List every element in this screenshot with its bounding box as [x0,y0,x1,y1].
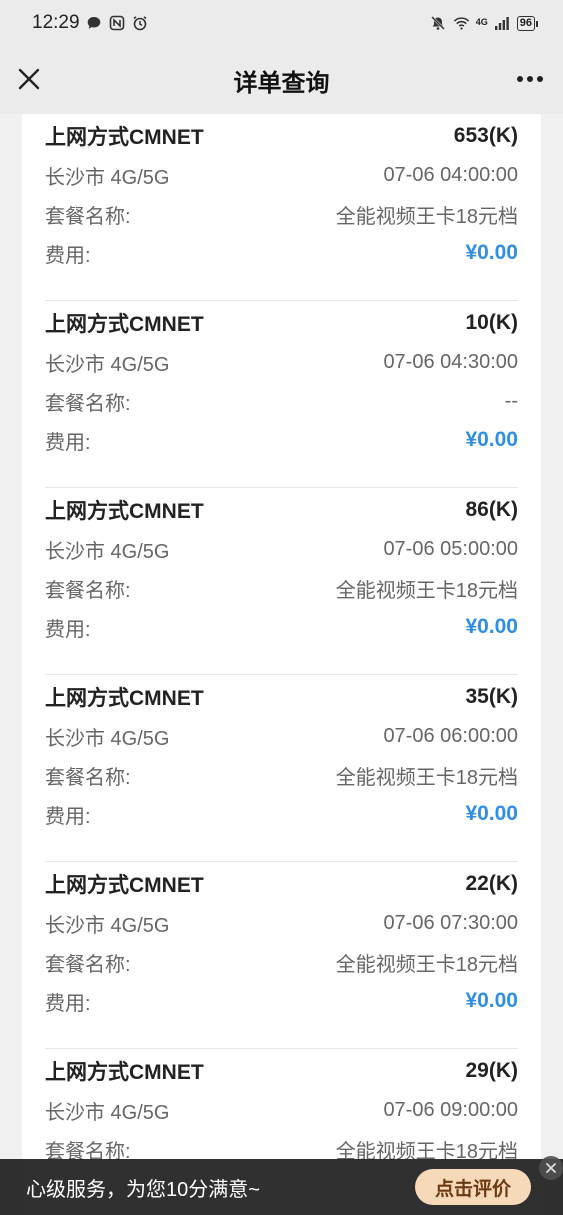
record-amount: 86(K) [465,498,518,521]
record-item[interactable]: 上网方式CMNET 86(K) 长沙市 4G/5G 07-06 05:00:00 套… [45,488,518,675]
alarm-icon [132,15,149,32]
records-card: 上网方式CMNET 653(K) 长沙市 4G/5G 07-06 04:00:00 … [22,114,541,1215]
record-time: 07-06 07:30:00 [383,911,518,934]
status-bar: 12:29 4G 96 [0,0,563,46]
fee-value: ¥0.00 [465,428,518,451]
plan-label: 套餐名称: [45,953,131,976]
banner-text: 心级服务，为您10分满意~ [26,1178,260,1201]
chat-bubble-icon [86,15,103,32]
record-item[interactable]: 上网方式CMNET 653(K) 长沙市 4G/5G 07-06 04:00:00 … [45,114,518,301]
record-type: 上网方式CMNET [45,687,204,710]
record-time: 07-06 04:00:00 [383,163,518,186]
plan-value: 全能视频王卡18元档 [335,953,518,976]
record-time: 07-06 09:00:00 [383,1098,518,1121]
rating-banner: 心级服务，为您10分满意~ 点击评价 [0,1159,563,1215]
signal-icon [494,15,511,32]
nfc-icon [109,15,126,32]
record-location: 长沙市 4G/5G [45,353,170,376]
record-location: 长沙市 4G/5G [45,727,170,750]
record-location: 长沙市 4G/5G [45,914,170,937]
record-location: 长沙市 4G/5G [45,540,170,563]
rate-button[interactable]: 点击评价 [415,1169,531,1205]
fee-label: 费用: [45,618,91,641]
plan-label: 套餐名称: [45,766,131,789]
fee-value: ¥0.00 [465,615,518,638]
nav-bar: 详单查询 [0,46,563,114]
fee-label: 费用: [45,805,91,828]
close-icon[interactable] [14,64,44,94]
record-amount: 22(K) [465,872,518,895]
status-left: 12:29 [32,12,149,34]
record-type: 上网方式CMNET [45,313,204,336]
record-time: 07-06 04:30:00 [383,350,518,373]
record-time: 07-06 06:00:00 [383,724,518,747]
record-type: 上网方式CMNET [45,1061,204,1084]
plan-label: 套餐名称: [45,579,131,602]
record-amount: 10(K) [465,311,518,334]
plan-value: 全能视频王卡18元档 [335,579,518,602]
record-location: 长沙市 4G/5G [45,166,170,189]
record-type: 上网方式CMNET [45,500,204,523]
mute-icon [430,15,447,32]
fee-label: 费用: [45,244,91,267]
plan-label: 套餐名称: [45,392,131,415]
wifi-icon [453,15,470,32]
record-time: 07-06 05:00:00 [383,537,518,560]
fee-value: ¥0.00 [465,802,518,825]
fee-label: 费用: [45,431,91,454]
page-title: 详单查询 [233,69,330,97]
banner-close-icon[interactable] [539,1156,563,1180]
fee-value: ¥0.00 [465,241,518,264]
fee-value: ¥0.00 [465,989,518,1012]
plan-value: 全能视频王卡18元档 [335,766,518,789]
record-item[interactable]: 上网方式CMNET 35(K) 长沙市 4G/5G 07-06 06:00:00 套… [45,675,518,862]
record-type: 上网方式CMNET [45,126,204,149]
fee-label: 费用: [45,992,91,1015]
plan-value: -- [504,389,518,412]
record-amount: 29(K) [465,1059,518,1082]
plan-label: 套餐名称: [45,205,131,228]
record-amount: 653(K) [453,124,518,147]
record-item[interactable]: 上网方式CMNET 22(K) 长沙市 4G/5G 07-06 07:30:00 套… [45,862,518,1049]
record-item[interactable]: 上网方式CMNET 10(K) 长沙市 4G/5G 07-06 04:30:00 套… [45,301,518,488]
record-type: 上网方式CMNET [45,874,204,897]
record-location: 长沙市 4G/5G [45,1101,170,1124]
record-amount: 35(K) [465,685,518,708]
plan-value: 全能视频王卡18元档 [335,205,518,228]
more-icon[interactable] [515,66,545,92]
network-type: 4G [475,16,488,27]
status-time: 12:29 [32,12,80,33]
status-right: 4G 96 [430,15,539,32]
battery-icon: 96 [516,15,539,31]
